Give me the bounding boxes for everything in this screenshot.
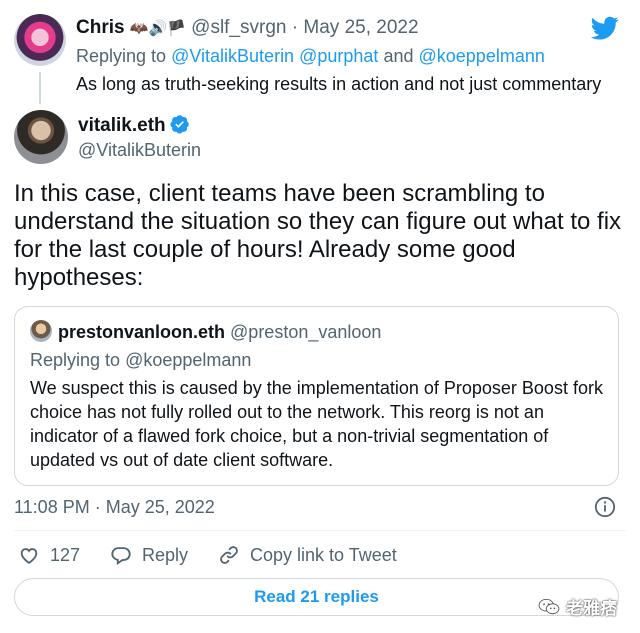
divider — [14, 530, 626, 531]
tweet-timestamp[interactable]: 11:08 PM · May 25, 2022 — [14, 495, 215, 519]
reply-author-handle[interactable]: @slf_svrgn — [191, 17, 286, 38]
replying-handle-vitalik[interactable]: @VitalikButerin — [171, 46, 294, 66]
reply-author-row: Chris 🦇🔊🏴 @slf_svrgn · May 25, 2022 — [76, 16, 419, 41]
quoted-author-handle: @preston_vanloon — [230, 322, 382, 342]
heart-icon — [20, 548, 38, 564]
replying-prefix: Replying to — [76, 46, 167, 66]
quoted-tweet-text: We suspect this is caused by the impleme… — [30, 378, 603, 470]
info-icon[interactable] — [594, 496, 616, 518]
wechat-icon — [538, 598, 560, 614]
reply-separator: · — [291, 17, 299, 38]
replying-handle-koeppelmann[interactable]: @koeppelmann — [419, 46, 545, 66]
reply-date[interactable]: May 25, 2022 — [303, 17, 418, 38]
twitter-bird-icon[interactable] — [590, 14, 620, 42]
main-author-name[interactable]: vitalik.eth — [78, 115, 166, 136]
quoted-replying-prefix: Replying to — [30, 350, 121, 370]
reply-author-name[interactable]: Chris — [76, 17, 125, 38]
link-icon — [220, 546, 238, 564]
quoted-replying-handle: @koeppelmann — [125, 350, 252, 370]
quoted-replying-to: Replying to @koeppelmann — [30, 348, 251, 372]
reply-icon — [111, 547, 131, 566]
thread-connector-line — [39, 72, 41, 104]
like-count: 127 — [50, 545, 81, 565]
watermark-text: 老雅痞 — [566, 599, 617, 618]
reply-replying-to: Replying to @VitalikButerin @purphat and… — [76, 44, 545, 68]
read-replies-label: Read 21 replies — [254, 587, 379, 606]
reply-label: Reply — [142, 545, 189, 565]
like-action[interactable]: 127 — [18, 543, 80, 567]
main-author-handle[interactable]: @VitalikButerin — [78, 138, 201, 162]
read-replies-button[interactable]: Read 21 replies — [14, 578, 619, 616]
copy-link-label: Copy link to Tweet — [250, 545, 397, 565]
preston-avatar — [30, 320, 52, 342]
replying-handle-purphat[interactable]: @purphat — [299, 46, 378, 66]
reply-tweet-text: As long as truth-seeking results in acti… — [76, 74, 602, 94]
main-tweet-text: In this case, client teams have been scr… — [14, 180, 622, 291]
chris-avatar[interactable] — [14, 14, 66, 66]
reply-action[interactable]: Reply — [110, 543, 188, 567]
watermark: 老雅痞 — [538, 594, 617, 619]
vitalik-avatar[interactable] — [14, 110, 68, 164]
main-author-row: vitalik.eth — [78, 114, 190, 138]
copy-link-action[interactable]: Copy link to Tweet — [218, 543, 397, 567]
quoted-author-name: prestonvanloon.eth — [58, 322, 226, 342]
replying-and: and — [383, 46, 414, 66]
quoted-author-row: prestonvanloon.eth @preston_vanloon — [58, 320, 381, 344]
verified-badge-icon — [170, 115, 189, 134]
reply-author-emoji: 🦇🔊🏴 — [129, 20, 186, 37]
